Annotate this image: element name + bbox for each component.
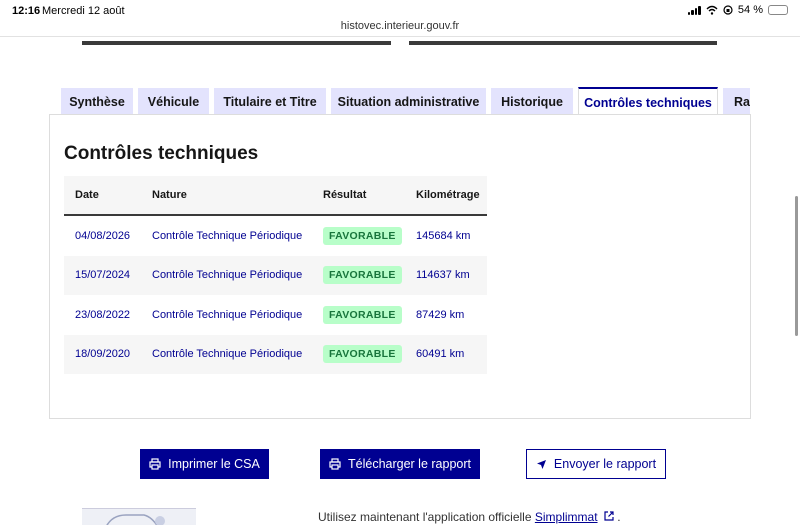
print-csa-button[interactable]: Imprimer le CSA	[140, 449, 269, 479]
result-badge: FAVORABLE	[323, 266, 402, 285]
table-row: 23/08/2022 Contrôle Technique Périodique…	[64, 295, 487, 335]
row-km: 87429 km	[416, 308, 465, 321]
tab-list: Synthèse Véhicule Titulaire et Titre Sit…	[61, 87, 750, 115]
row-date: 23/08/2022	[75, 308, 131, 321]
status-indicators: 54 %	[687, 4, 788, 16]
external-link-icon	[604, 511, 614, 521]
send-icon	[536, 459, 546, 469]
top-border-right	[409, 41, 717, 45]
status-bar: 12:16 Mercredi 12 août 54 %	[0, 0, 800, 22]
tab-titulaire-titre[interactable]: Titulaire et Titre	[214, 88, 326, 115]
tab-rapport[interactable]: Rap	[723, 88, 750, 115]
controles-table: Date Nature Résultat Kilométrage 04/08/2…	[64, 176, 487, 374]
status-date: Mercredi 12 août	[42, 5, 125, 17]
printer-icon	[329, 458, 341, 470]
table-row: 15/07/2024 Contrôle Technique Périodique…	[64, 255, 487, 295]
table-row: 04/08/2026 Contrôle Technique Périodique…	[64, 216, 487, 256]
url-bar[interactable]: histovec.interieur.gouv.fr	[0, 20, 800, 32]
printer-icon	[149, 458, 161, 470]
row-km: 114637 km	[416, 269, 470, 282]
footer-suffix: .	[617, 510, 621, 524]
header-resultat: Résultat	[323, 189, 367, 201]
row-date: 18/09/2020	[75, 348, 131, 361]
footer-text: Utilisez maintenant l'application offici…	[318, 510, 532, 524]
row-km: 60491 km	[416, 348, 465, 361]
tab-panel: Contrôles techniques Date Nature Résulta…	[49, 114, 751, 419]
table-row: 18/09/2020 Contrôle Technique Périodique…	[64, 334, 487, 374]
row-nature: Contrôle Technique Périodique	[152, 308, 303, 321]
tab-vehicule[interactable]: Véhicule	[138, 88, 209, 115]
battery-percent: 54 %	[737, 4, 763, 16]
header-nature: Nature	[152, 189, 187, 201]
row-km: 145684 km	[416, 229, 471, 242]
tab-synthese[interactable]: Synthèse	[61, 88, 133, 115]
download-report-button[interactable]: Télécharger le rapport	[320, 449, 480, 479]
print-csa-label: Imprimer le CSA	[168, 457, 260, 471]
tab-situation-administrative[interactable]: Situation administrative	[331, 88, 486, 115]
vehicle-illustration	[82, 508, 196, 525]
battery-icon	[768, 5, 788, 15]
wifi-icon	[706, 5, 718, 15]
simplimmat-link[interactable]: Simplimmat	[535, 510, 598, 524]
tab-controles-techniques[interactable]: Contrôles techniques	[578, 87, 718, 115]
row-date: 15/07/2024	[75, 269, 131, 282]
row-nature: Contrôle Technique Périodique	[152, 269, 303, 282]
scrollbar[interactable]	[795, 196, 798, 336]
table-header: Date Nature Résultat Kilométrage	[64, 176, 487, 216]
url-divider	[0, 36, 800, 37]
send-report-button[interactable]: Envoyer le rapport	[526, 449, 666, 479]
header-date: Date	[75, 189, 99, 201]
footer-promo: Utilisez maintenant l'application offici…	[318, 510, 621, 524]
orientation-lock-icon	[723, 5, 733, 15]
signal-icon	[687, 5, 701, 15]
row-nature: Contrôle Technique Périodique	[152, 229, 303, 242]
top-border-left	[82, 41, 391, 45]
header-kilometrage: Kilométrage	[416, 189, 480, 201]
row-date: 04/08/2026	[75, 229, 131, 242]
row-nature: Contrôle Technique Périodique	[152, 348, 303, 361]
download-report-label: Télécharger le rapport	[348, 457, 471, 471]
result-badge: FAVORABLE	[323, 305, 402, 324]
panel-title: Contrôles techniques	[64, 143, 259, 164]
tab-historique[interactable]: Historique	[491, 88, 573, 115]
result-badge: FAVORABLE	[323, 345, 402, 364]
status-time: 12:16	[12, 5, 41, 17]
result-badge: FAVORABLE	[323, 226, 402, 245]
send-report-label: Envoyer le rapport	[553, 457, 657, 471]
